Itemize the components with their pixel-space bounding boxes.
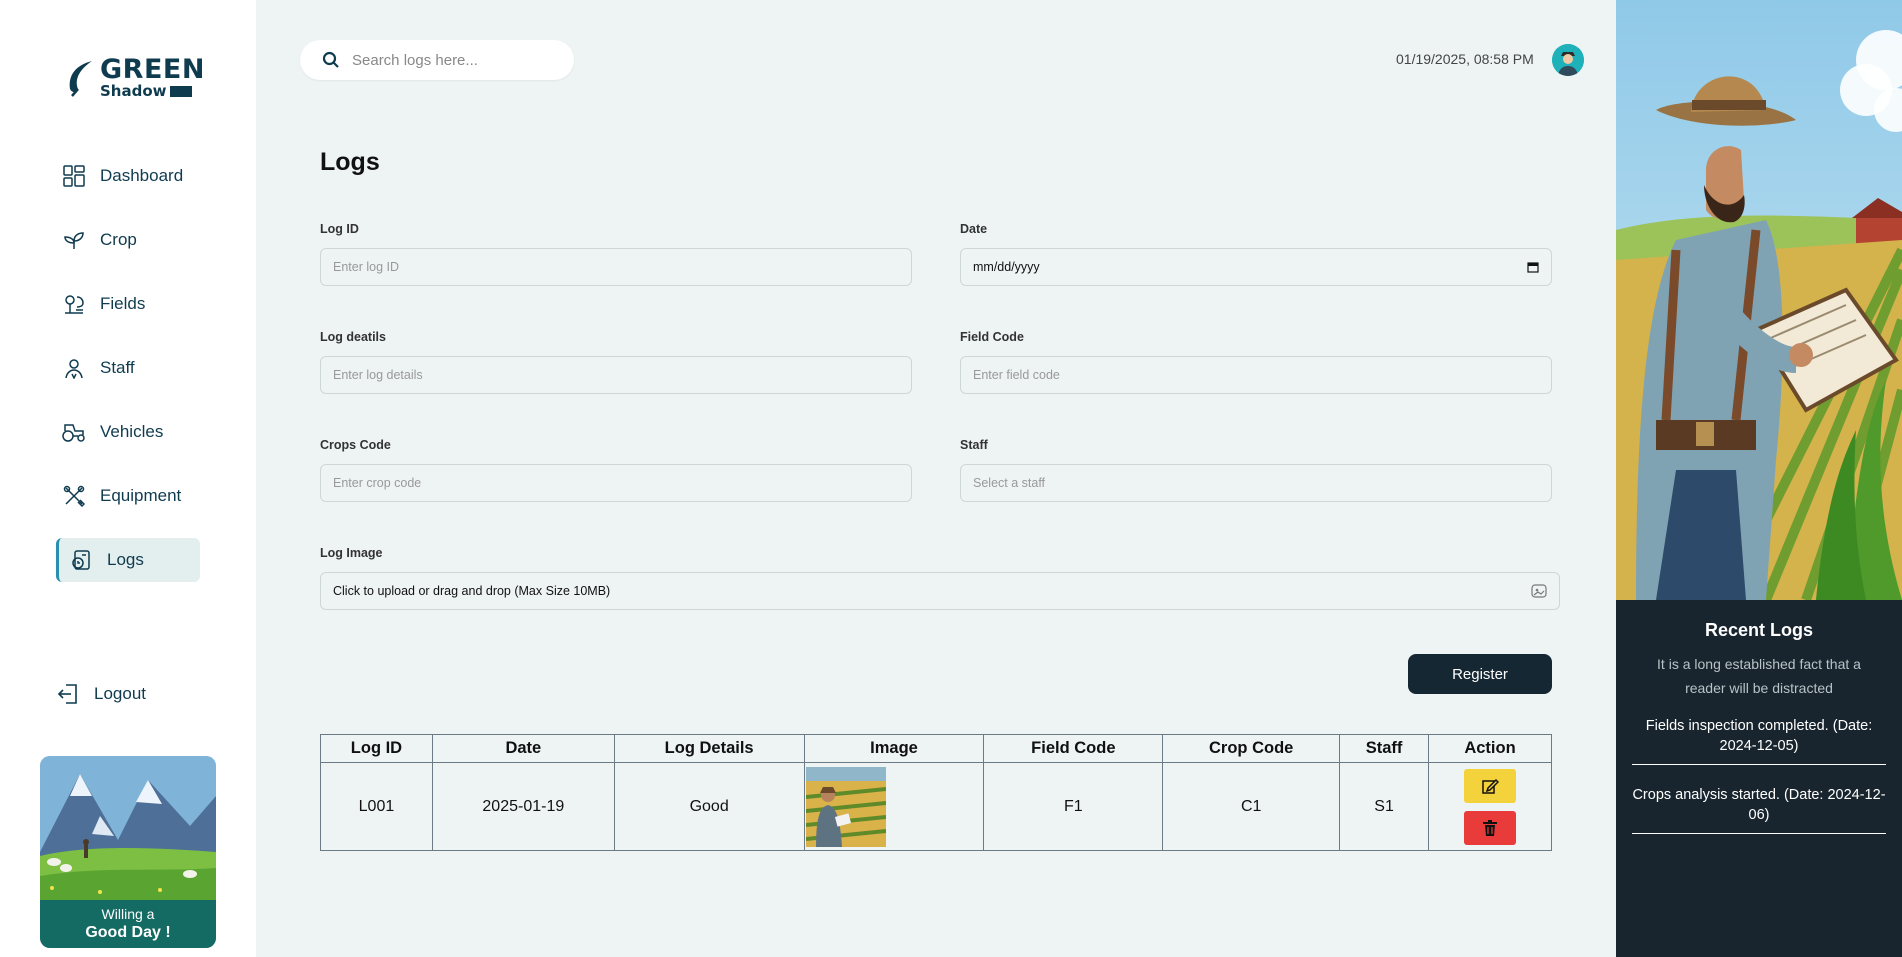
- staff-icon: [62, 356, 86, 380]
- logout-icon: [57, 684, 77, 704]
- field-icon: [62, 292, 86, 316]
- sidebar-item-crop[interactable]: Crop: [56, 218, 200, 262]
- log-image-upload[interactable]: Click to upload or drag and drop (Max Si…: [320, 572, 1560, 610]
- delete-button[interactable]: [1464, 810, 1517, 845]
- log-id-input[interactable]: Enter log ID: [320, 248, 912, 286]
- sidebar-item-label: Fields: [100, 294, 146, 313]
- cell-date: 2025-01-19: [431, 762, 615, 851]
- logout-label: Logout: [94, 684, 146, 703]
- search-icon: [322, 51, 339, 68]
- image-upload-icon: [1531, 584, 1547, 598]
- sidebar-item-label: Staff: [100, 358, 135, 377]
- sidebar-item-logs[interactable]: Logs: [56, 538, 200, 582]
- sidebar-nav: Dashboard Crop Fields Staff Vehicles Equ…: [56, 154, 200, 602]
- column-header: Action: [1428, 734, 1552, 763]
- sidebar: GREEN Shadow Dashboard Crop Fields Staff…: [0, 0, 256, 957]
- page-title: Logs: [320, 148, 380, 176]
- leaf-icon: [69, 60, 92, 97]
- promo-caption: Willing a Good Day !: [40, 900, 216, 948]
- promo-illustration: [40, 756, 216, 900]
- field-code-field: Field Code Enter field code: [960, 330, 1552, 394]
- field-code-input[interactable]: Enter field code: [960, 356, 1552, 394]
- right-panel: Recent Logs It is a long established fac…: [1616, 0, 1902, 957]
- brand-name-top: GREEN: [100, 54, 205, 85]
- crops-code-label: Crops Code: [320, 438, 391, 452]
- cell-crop-code: C1: [1162, 762, 1341, 851]
- date-label: Date: [960, 222, 988, 236]
- calendar-icon[interactable]: [1527, 261, 1539, 273]
- recent-logs-subtitle: It is a long established fact that a rea…: [1657, 656, 1861, 696]
- log-thumbnail[interactable]: [805, 766, 886, 847]
- main-content: 01/19/2025, 08:58 PM Logs Log ID Enter l…: [256, 0, 1616, 957]
- cell-image: [803, 762, 985, 851]
- crops-code-input[interactable]: Enter crop code: [320, 464, 912, 502]
- table-header-row: Log ID Date Log Details Image Field Code…: [320, 734, 1552, 763]
- column-header: Date: [431, 734, 615, 763]
- sidebar-item-label: Dashboard: [100, 166, 184, 185]
- sprout-icon: [62, 228, 86, 252]
- edit-icon: [1482, 778, 1500, 794]
- field-code-label: Field Code: [960, 330, 1024, 344]
- column-header: Log Details: [613, 734, 805, 763]
- search-input[interactable]: [352, 51, 552, 69]
- brand-bar: [169, 86, 192, 97]
- log-image-label: Log Image: [320, 546, 383, 560]
- cell-log-id: L001: [320, 762, 433, 851]
- staff-label: Staff: [960, 438, 988, 452]
- edit-button[interactable]: [1464, 768, 1517, 803]
- promo-card: Willing a Good Day !: [40, 756, 216, 948]
- recent-log-item[interactable]: Fields inspection completed. (Date: 2024…: [1632, 716, 1886, 765]
- sidebar-item-staff[interactable]: Staff: [56, 346, 200, 390]
- recent-logs-title: Recent Logs: [1704, 620, 1814, 640]
- logs-icon: [69, 548, 93, 572]
- trash-icon: [1483, 819, 1498, 836]
- promo-line-1: Willing a: [101, 906, 155, 922]
- avatar[interactable]: [1552, 44, 1584, 76]
- logout-button[interactable]: Logout: [56, 682, 146, 706]
- date-value: mm/dd/yyyy: [973, 260, 1040, 274]
- upload-hint: Click to upload or drag and drop (Max Si…: [333, 584, 611, 598]
- sidebar-item-dashboard[interactable]: Dashboard: [56, 154, 200, 198]
- register-button[interactable]: Register: [1408, 654, 1552, 694]
- log-details-field: Log deatils Enter log details: [320, 330, 912, 394]
- column-header: Log ID: [320, 734, 433, 763]
- cell-log-details: Good: [613, 762, 805, 851]
- dashboard-icon: [62, 164, 86, 188]
- cell-staff: S1: [1339, 762, 1430, 851]
- date-input[interactable]: mm/dd/yyyy: [960, 248, 1552, 286]
- current-datetime: 01/19/2025, 08:58 PM: [1396, 51, 1534, 67]
- logs-table: Log ID Date Log Details Image Field Code…: [320, 734, 1552, 851]
- log-details-label: Log deatils: [320, 330, 386, 344]
- column-header: Field Code: [983, 734, 1164, 763]
- log-id-field: Log ID Enter log ID: [320, 222, 912, 286]
- tractor-icon: [62, 420, 86, 444]
- sidebar-item-equipment[interactable]: Equipment: [56, 474, 200, 518]
- crops-code-field: Crops Code Enter crop code: [320, 438, 912, 502]
- cell-action: [1428, 762, 1552, 851]
- brand-name-bottom: Shadow: [100, 82, 167, 100]
- log-image-field: Log Image Click to upload or drag and dr…: [320, 546, 1560, 610]
- table-row: L001 2025-01-19 Good F1 C1 S1: [320, 762, 1552, 851]
- staff-select[interactable]: Select a staff: [960, 464, 1552, 502]
- promo-line-2: Good Day !: [85, 924, 171, 941]
- date-field: Date mm/dd/yyyy: [960, 222, 1552, 286]
- log-id-label: Log ID: [320, 222, 359, 236]
- sidebar-item-label: Crop: [100, 230, 137, 249]
- column-header: Staff: [1339, 734, 1430, 763]
- log-details-input[interactable]: Enter log details: [320, 356, 912, 394]
- sidebar-item-label: Vehicles: [100, 422, 164, 441]
- brand-logo[interactable]: GREEN Shadow: [66, 56, 205, 99]
- sidebar-item-fields[interactable]: Fields: [56, 282, 200, 326]
- search-bar[interactable]: [300, 40, 574, 80]
- cell-field-code: F1: [983, 762, 1164, 851]
- column-header: Image: [803, 734, 985, 763]
- staff-field: Staff Select a staff: [960, 438, 1552, 502]
- sidebar-item-vehicles[interactable]: Vehicles: [56, 410, 200, 454]
- column-header: Crop Code: [1162, 734, 1341, 763]
- sidebar-item-label: Equipment: [100, 486, 182, 505]
- farmer-illustration: [1616, 0, 1902, 600]
- sidebar-item-label: Logs: [107, 550, 144, 569]
- recent-log-item[interactable]: Crops analysis started. (Date: 2024-12-0…: [1632, 785, 1886, 834]
- tools-icon: [62, 484, 86, 508]
